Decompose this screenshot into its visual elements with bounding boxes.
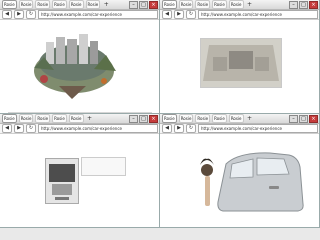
window-controls: – □ × — [129, 114, 158, 123]
new-tab-button[interactable]: + — [86, 115, 94, 122]
tab-bar: Rosie Rosie Rosie Rosie Rosie Rosie + – … — [0, 0, 160, 10]
tab[interactable]: Rosie — [52, 0, 67, 9]
maximize-button[interactable]: □ — [139, 0, 148, 9]
forward-button[interactable]: ▶ — [14, 10, 24, 19]
tab[interactable]: Rosie — [178, 0, 194, 9]
tab-bar: Rosie Rosie Rosie Rosie Rosie + – □ × — [160, 0, 320, 10]
url-input[interactable]: http://www.example.com/car-experience — [38, 124, 158, 133]
tab[interactable]: Rosie — [2, 114, 17, 123]
new-tab-button[interactable]: + — [102, 1, 110, 8]
page-content — [0, 134, 160, 228]
tab[interactable]: Rosie — [18, 114, 34, 123]
tab[interactable]: Rosie — [228, 0, 244, 9]
tab[interactable]: Rosie — [35, 0, 51, 9]
car-interior-photo — [200, 38, 282, 88]
url-input[interactable]: http://www.example.com/car-experience — [198, 124, 318, 133]
back-button[interactable]: ◀ — [162, 124, 172, 133]
tab[interactable]: Rosie — [2, 0, 17, 9]
tab[interactable]: Rosie — [85, 0, 101, 9]
minimize-button[interactable]: – — [289, 114, 298, 123]
reload-button[interactable]: ↻ — [26, 10, 36, 19]
url-bar: ◀ ▶ ↻ http://www.example.com/car-experie… — [0, 10, 160, 20]
reload-button[interactable]: ↻ — [186, 10, 196, 19]
reload-button[interactable]: ↻ — [186, 124, 196, 133]
tab[interactable]: Rosie — [68, 0, 84, 9]
tab[interactable]: Rosie — [195, 0, 211, 9]
floating-city-illustration — [34, 34, 116, 99]
url-input[interactable]: http://www.example.com/car-experience — [198, 10, 318, 19]
forward-button[interactable]: ▶ — [174, 124, 184, 133]
tab[interactable]: Rosie — [162, 114, 177, 123]
browser-window-bottom-right: Rosie Rosie Rosie Rosie Rosie + – □ × ◀ … — [160, 114, 320, 228]
back-button[interactable]: ◀ — [2, 124, 12, 133]
footer-divider — [8, 112, 152, 113]
tab[interactable]: Rosie — [35, 114, 51, 123]
new-tab-button[interactable]: + — [246, 115, 254, 122]
tab[interactable]: Rosie — [68, 114, 84, 123]
car-door-image — [200, 152, 304, 212]
tab[interactable]: Rosie — [212, 0, 227, 9]
close-button[interactable]: × — [149, 114, 158, 123]
minimize-button[interactable]: – — [289, 0, 298, 9]
tab[interactable]: Rosie — [162, 0, 177, 9]
url-input[interactable]: http://www.example.com/car-experience — [38, 10, 158, 19]
tab-bar: Rosie Rosie Rosie Rosie Rosie + – □ × — [160, 114, 320, 124]
maximize-button[interactable]: □ — [299, 114, 308, 123]
tab[interactable]: Rosie — [228, 114, 244, 123]
window-controls: – □ × — [289, 0, 318, 9]
minimize-button[interactable]: – — [129, 0, 138, 9]
reload-button[interactable]: ↻ — [26, 124, 36, 133]
close-button[interactable]: × — [309, 114, 318, 123]
url-bar: ◀ ▶ ↻ http://www.example.com/car-experie… — [0, 124, 160, 134]
url-bar: ◀ ▶ ↻ http://www.example.com/car-experie… — [160, 124, 320, 134]
maximize-button[interactable]: □ — [139, 114, 148, 123]
back-button[interactable]: ◀ — [2, 10, 12, 19]
tab[interactable]: Rosie — [18, 0, 34, 9]
forward-button[interactable]: ▶ — [14, 124, 24, 133]
browser-window-top-right: Rosie Rosie Rosie Rosie Rosie + – □ × ◀ … — [160, 0, 320, 114]
forward-button[interactable]: ▶ — [174, 10, 184, 19]
browser-window-bottom-left: Rosie Rosie Rosie Rosie Rosie + – □ × ◀ … — [0, 114, 160, 228]
page-content — [160, 134, 320, 228]
maximize-button[interactable]: □ — [299, 0, 308, 9]
tab[interactable]: Rosie — [195, 114, 211, 123]
close-button[interactable]: × — [149, 0, 158, 9]
tab[interactable]: Rosie — [52, 114, 67, 123]
window-controls: – □ × — [289, 114, 318, 123]
product-photo — [45, 158, 79, 204]
minimize-button[interactable]: – — [129, 114, 138, 123]
page-content — [160, 20, 320, 114]
browser-window-top-left: Rosie Rosie Rosie Rosie Rosie Rosie + – … — [0, 0, 160, 114]
close-button[interactable]: × — [309, 0, 318, 9]
screenshot: Rosie Rosie Rosie Rosie Rosie Rosie + – … — [0, 0, 320, 240]
tab[interactable]: Rosie — [178, 114, 194, 123]
window-controls: – □ × — [129, 0, 158, 9]
tab-bar: Rosie Rosie Rosie Rosie Rosie + – □ × — [0, 114, 160, 124]
url-bar: ◀ ▶ ↻ http://www.example.com/car-experie… — [160, 10, 320, 20]
product-info-box — [81, 157, 126, 176]
tab[interactable]: Rosie — [212, 114, 227, 123]
back-button[interactable]: ◀ — [162, 10, 172, 19]
new-tab-button[interactable]: + — [246, 1, 254, 8]
page-content — [0, 20, 160, 114]
